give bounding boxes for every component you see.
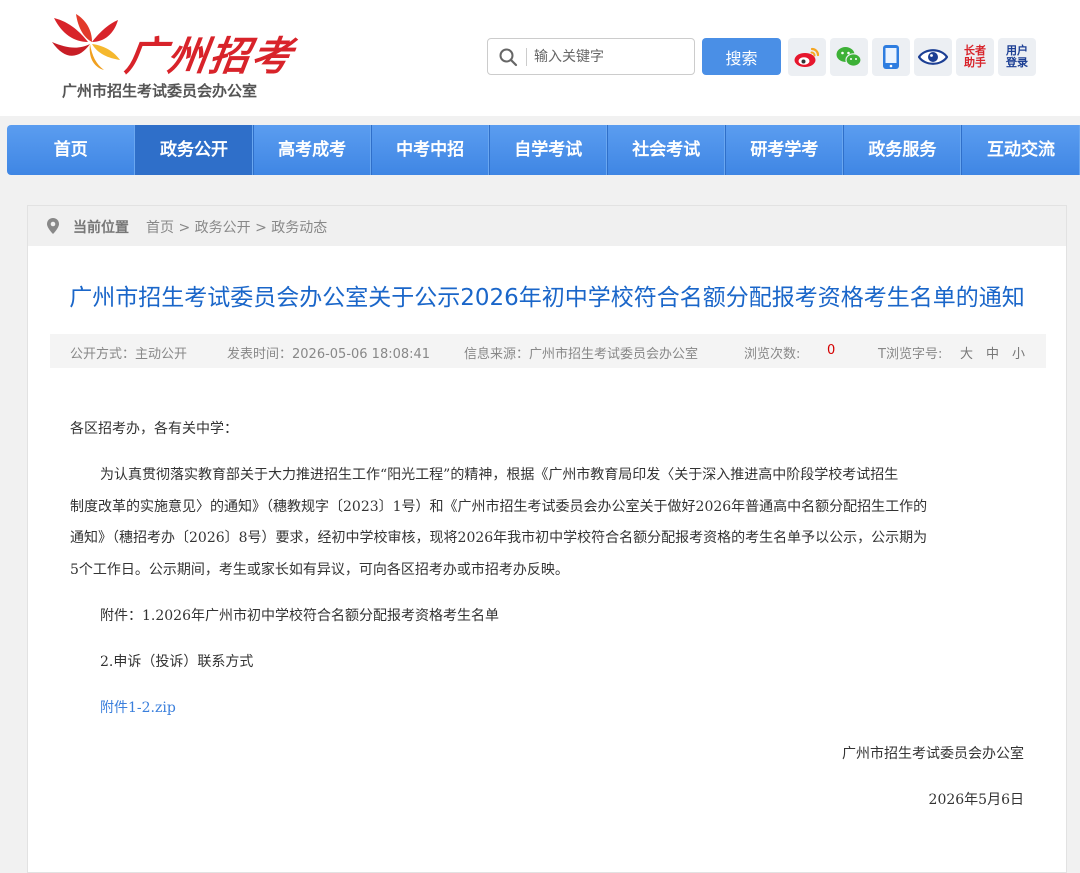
nav-item-zhongkao[interactable]: 中考中招 xyxy=(372,125,490,175)
user-login-label: 用户 登录 xyxy=(1006,44,1028,69)
site-header: 广州招考 广州市招生考试委员会办公室 搜索 xyxy=(0,0,1080,116)
eye-icon xyxy=(918,49,948,65)
elder-assistant-label: 长者 助手 xyxy=(964,44,986,69)
breadcrumb-separator: > xyxy=(255,220,267,236)
user-login-button[interactable]: 用户 登录 xyxy=(998,38,1036,76)
search-box xyxy=(487,38,695,75)
breadcrumb-government-affairs[interactable]: 政务公开 xyxy=(195,220,251,236)
main-nav: 首页 政务公开 高考成考 中考中招 自学考试 社会考试 研考学考 政务服务 互动… xyxy=(7,125,1080,175)
elder-assistant-button[interactable]: 长者 助手 xyxy=(956,38,994,76)
breadcrumb-news[interactable]: 政务动态 xyxy=(271,220,327,236)
breadcrumb: 当前位置 首页 > 政务公开 > 政务动态 xyxy=(28,206,1066,246)
article-title: 广州市招生考试委员会办公室关于公示2026年初中学校符合名额分配报考资格考生名单… xyxy=(69,285,1025,311)
body-line: 为认真贯彻落实教育部关于大力推进招生工作“阳光工程”的精神，根据《广州市教育局印… xyxy=(100,467,899,483)
article-card: 当前位置 首页 > 政务公开 > 政务动态 广州市招生考试委员会办公室关于公示2… xyxy=(27,205,1067,873)
article-body: 为认真贯彻落实教育部关于大力推进招生工作“阳光工程”的精神，根据《广州市教育局印… xyxy=(70,460,1030,586)
font-size-label: T浏览字号: xyxy=(878,347,943,362)
mobile-button[interactable] xyxy=(872,38,910,76)
accessibility-view-button[interactable] xyxy=(914,38,952,76)
kapok-flower-icon xyxy=(52,14,120,70)
nav-item-gaokao[interactable]: 高考成考 xyxy=(254,125,372,175)
wechat-icon xyxy=(836,47,862,67)
site-logo[interactable]: 广州招考 广州市招生考试委员会办公室 xyxy=(48,12,297,104)
views-count: 0 xyxy=(827,343,836,358)
sign-date: 2026年5月6日 xyxy=(928,792,1024,808)
breadcrumb-separator: > xyxy=(178,220,191,236)
wechat-button[interactable] xyxy=(830,38,868,76)
nav-item-home[interactable]: 首页 xyxy=(7,125,136,175)
font-size-large[interactable]: 大 xyxy=(960,343,973,362)
views-label: 浏览次数: xyxy=(744,347,801,362)
article-meta: 公开方式：主动公开 发表时间：2026-05-06 18:08:41 信息来源：… xyxy=(50,334,1046,368)
nav-item-postgraduate-exam[interactable]: 研考学考 xyxy=(726,125,844,175)
font-size-small[interactable]: 小 xyxy=(1012,343,1025,362)
body-line: 5个工作日。公示期间，考生或家长如有异议，可向各区招考办或市招考办反映。 xyxy=(70,561,569,578)
attachment-item-2: 2.申诉（投诉）联系方式 xyxy=(100,654,254,670)
publish-date: 发表时间：2026-05-06 18:08:41 xyxy=(227,347,431,362)
nav-item-interaction[interactable]: 互动交流 xyxy=(962,125,1080,175)
breadcrumb-path: 首页 > 政务公开 > 政务动态 xyxy=(146,217,327,237)
search-divider xyxy=(526,48,527,66)
breadcrumb-home[interactable]: 首页 xyxy=(146,220,174,236)
attachment-item-1: 附件：1.2026年广州市初中学校符合名额分配报考资格考生名单 xyxy=(100,608,499,624)
logo-title: 广州招考 xyxy=(122,33,297,80)
weibo-icon xyxy=(794,47,820,67)
attachment-download-link[interactable]: 附件1-2.zip xyxy=(100,697,176,717)
location-pin-icon xyxy=(47,218,59,234)
weibo-button[interactable] xyxy=(788,38,826,76)
info-source: 信息来源：广州市招生考试委员会办公室 xyxy=(464,347,699,362)
logo-subtitle: 广州市招生考试委员会办公室 xyxy=(62,82,258,100)
nav-item-self-study-exam[interactable]: 自学考试 xyxy=(490,125,608,175)
mobile-phone-icon xyxy=(883,45,899,69)
font-size-medium[interactable]: 中 xyxy=(986,343,999,362)
greeting: 各区招考办，各有关中学： xyxy=(70,421,238,437)
nav-item-government-affairs[interactable]: 政务公开 xyxy=(135,125,254,175)
search-input[interactable] xyxy=(534,40,690,73)
nav-item-government-services[interactable]: 政务服务 xyxy=(844,125,962,175)
nav-item-social-exam[interactable]: 社会考试 xyxy=(608,125,726,175)
search-icon xyxy=(499,48,518,67)
signature: 广州市招生考试委员会办公室 xyxy=(842,746,1024,762)
body-line: 制度改革的实施意见〉的通知》（穗教规字〔2023〕1号）和《广州市招生考试委员会… xyxy=(70,498,928,515)
publish-mode: 公开方式：主动公开 xyxy=(70,347,188,362)
breadcrumb-label: 当前位置 xyxy=(73,220,129,236)
search-button[interactable]: 搜索 xyxy=(702,38,781,75)
body-line: 通知》（穗招考办〔2026〕8号）要求，经初中学校审核，现将2026年我市初中学… xyxy=(70,530,928,546)
